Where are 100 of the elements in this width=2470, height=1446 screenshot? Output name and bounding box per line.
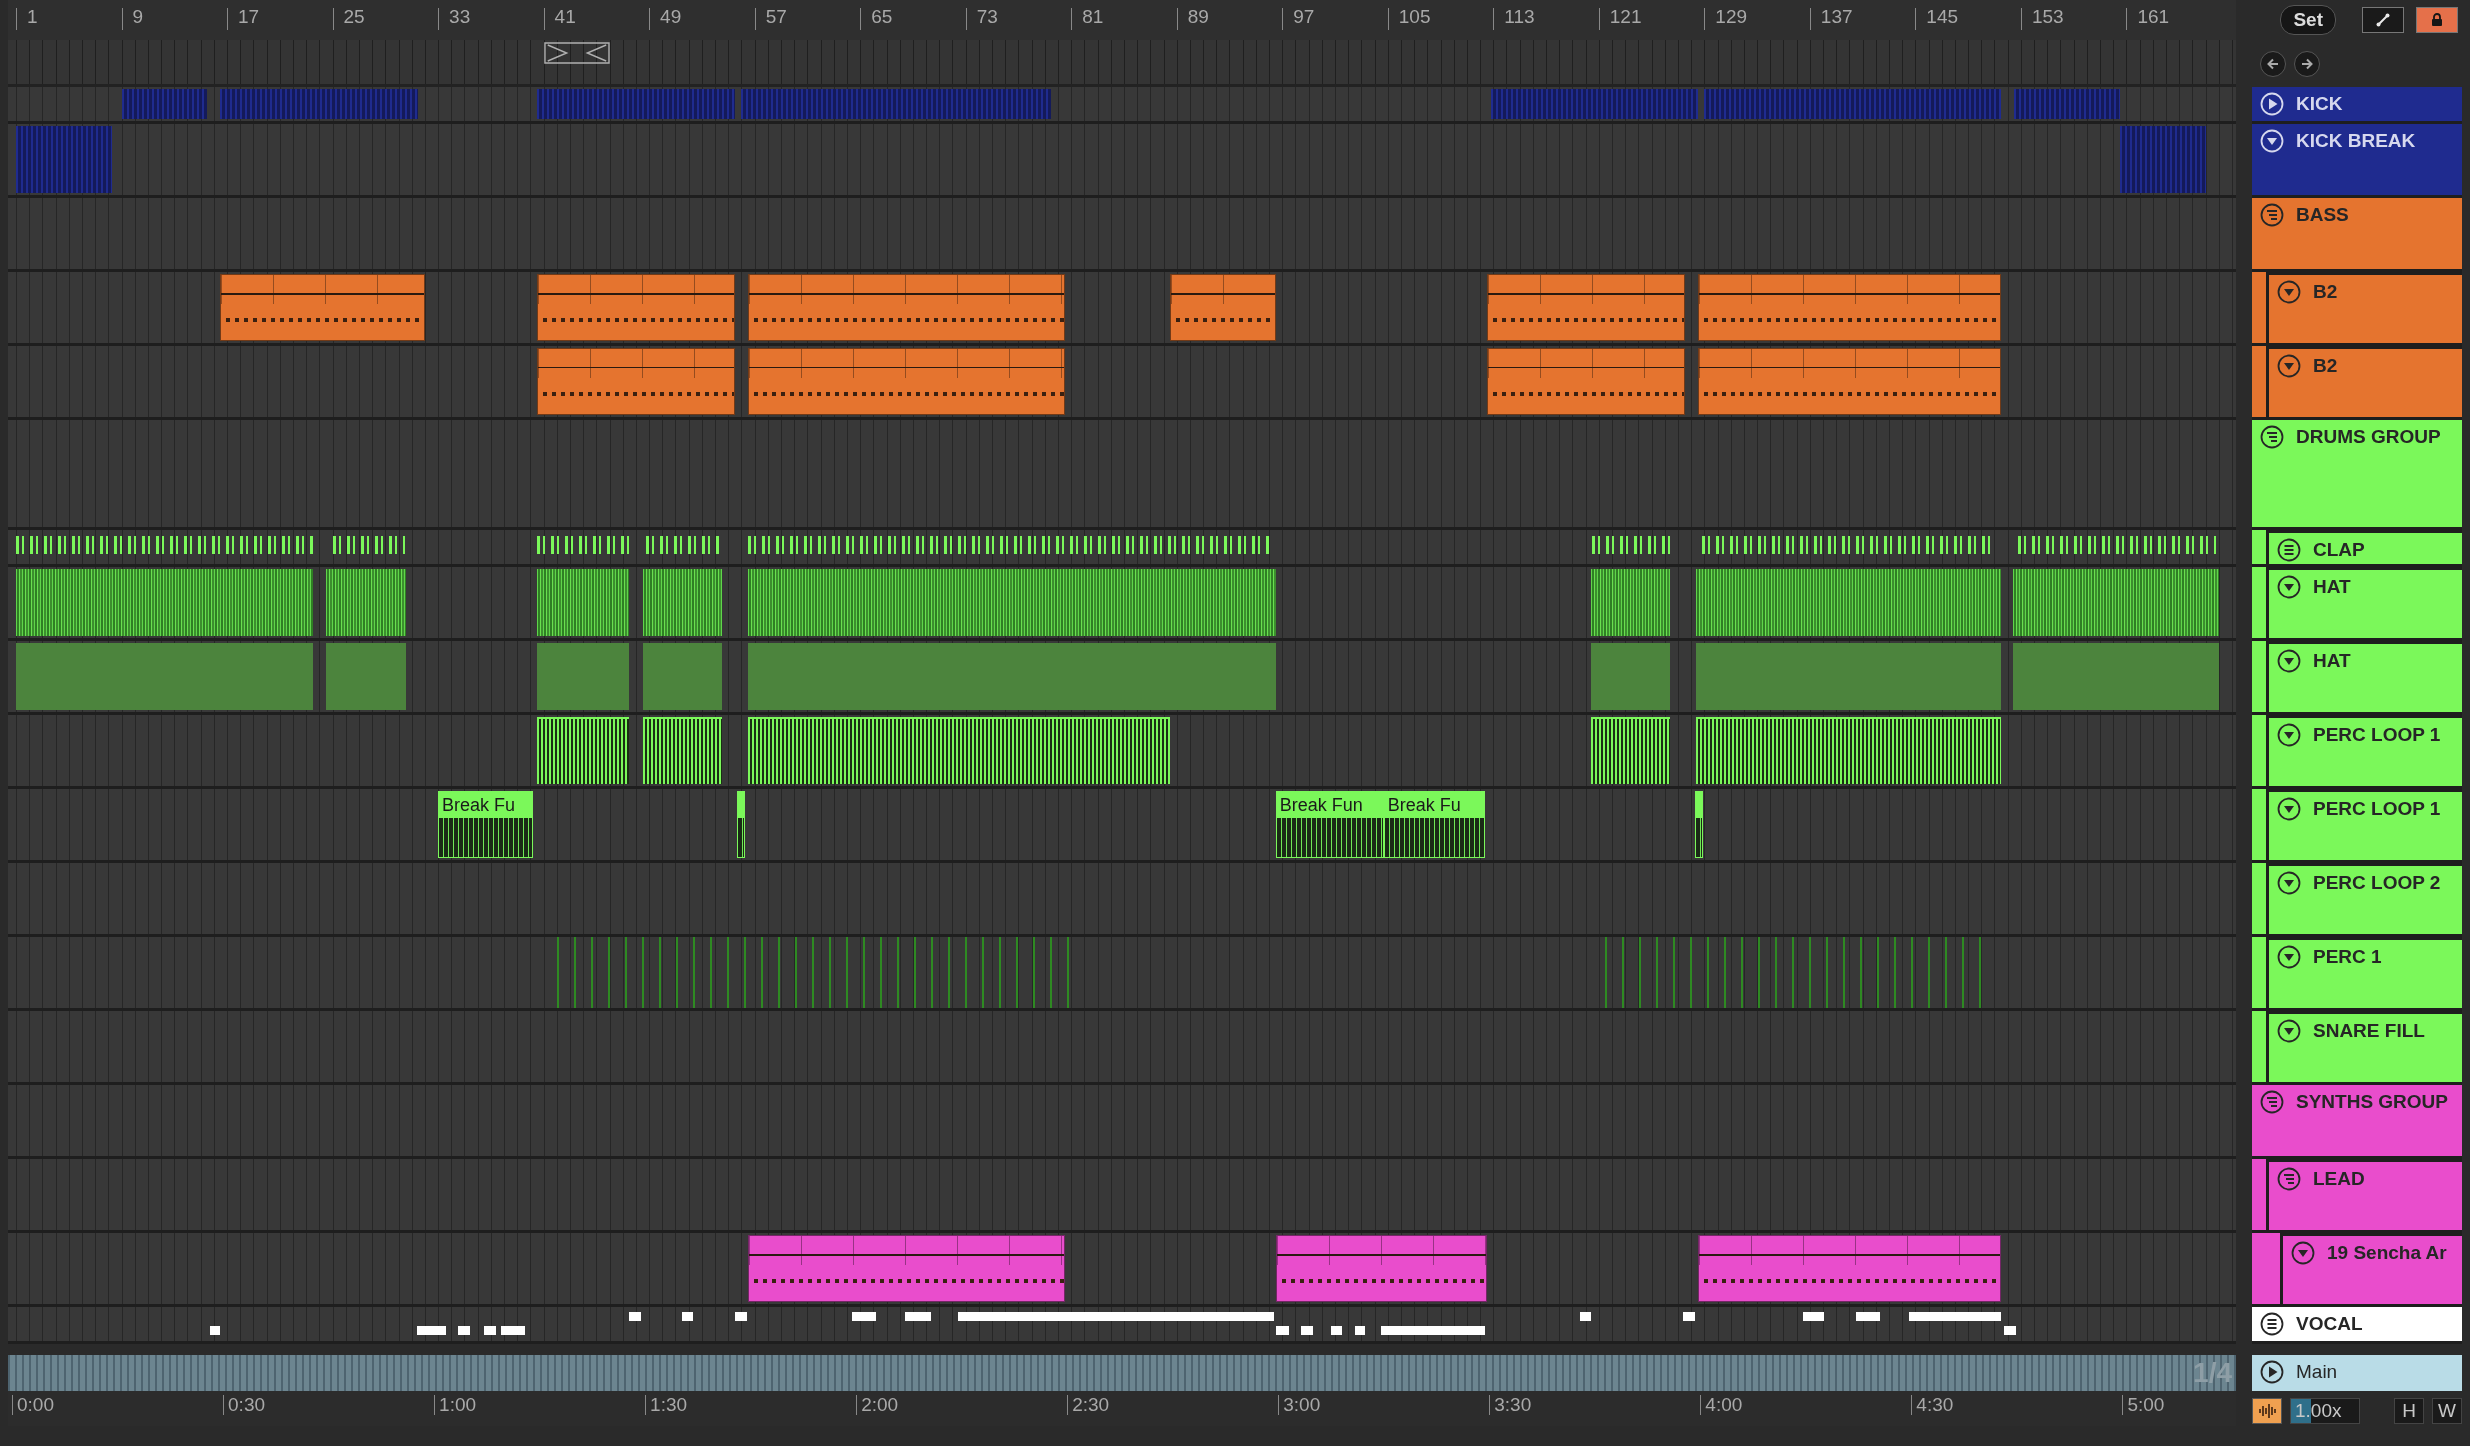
follow-button[interactable]	[2252, 1397, 2282, 1424]
track-header[interactable]: KICK	[2252, 87, 2462, 124]
clip[interactable]	[325, 643, 407, 710]
track-header[interactable]: PERC LOOP 1	[2252, 715, 2462, 789]
clip[interactable]	[1580, 1312, 1591, 1321]
audio-clip[interactable]	[737, 791, 746, 858]
midi-clip[interactable]	[1697, 274, 2002, 341]
midi-clip[interactable]	[748, 1235, 1065, 1302]
track-name: KICK BREAK	[2296, 129, 2416, 153]
clip[interactable]	[2014, 89, 2120, 119]
view-toggle-button[interactable]: W	[2432, 1397, 2462, 1424]
clip[interactable]	[1354, 1326, 1366, 1335]
clip[interactable]	[2012, 643, 2219, 710]
clip[interactable]	[484, 1326, 497, 1335]
set-button[interactable]: Set	[2280, 5, 2336, 35]
lock-button[interactable]	[2416, 7, 2458, 33]
audio-clip[interactable]	[16, 569, 313, 636]
audio-clip[interactable]	[1696, 569, 2002, 636]
clip[interactable]	[16, 126, 113, 193]
track-header[interactable]: CLAP	[2252, 530, 2462, 567]
clip[interactable]	[741, 89, 1052, 119]
clip[interactable]	[682, 1312, 693, 1321]
clip[interactable]	[957, 1312, 1275, 1321]
track-header[interactable]: PERC 1	[2252, 937, 2462, 1011]
clip[interactable]	[1908, 1312, 2002, 1321]
clip[interactable]	[209, 1326, 221, 1335]
clip[interactable]	[1275, 1326, 1289, 1335]
midi-clip[interactable]	[748, 348, 1065, 415]
clip[interactable]	[537, 89, 735, 119]
clip[interactable]	[457, 1326, 470, 1335]
clip[interactable]	[1704, 89, 2002, 119]
clip[interactable]	[734, 1312, 747, 1321]
clip[interactable]	[1696, 643, 2002, 710]
clip[interactable]	[2119, 126, 2206, 193]
midi-clip[interactable]	[1697, 348, 2002, 415]
bar-number: 65	[860, 8, 893, 30]
clip[interactable]	[220, 89, 419, 119]
audio-clip[interactable]	[748, 717, 1171, 784]
clip[interactable]	[1300, 1326, 1313, 1335]
audio-clip[interactable]	[1590, 717, 1670, 784]
track-header[interactable]: Main	[2252, 1355, 2462, 1391]
clip[interactable]	[905, 1312, 932, 1321]
clip[interactable]	[537, 643, 630, 710]
clip[interactable]	[121, 89, 208, 119]
clip[interactable]	[416, 1326, 446, 1335]
audio-clip[interactable]	[537, 569, 630, 636]
clip[interactable]	[852, 1312, 876, 1321]
clip[interactable]	[1803, 1312, 1825, 1321]
clip[interactable]	[1381, 1326, 1486, 1335]
audio-clip[interactable]	[642, 717, 722, 784]
midi-clip[interactable]	[748, 274, 1065, 341]
midi-clip[interactable]	[1170, 274, 1276, 341]
clip[interactable]	[629, 1312, 642, 1321]
audio-clip[interactable]	[1696, 717, 2002, 784]
clip[interactable]	[1490, 89, 1698, 119]
track-header[interactable]: B2	[2252, 346, 2462, 420]
clip[interactable]	[501, 1326, 526, 1335]
clip[interactable]	[642, 643, 722, 710]
forward-button[interactable]	[2294, 50, 2320, 77]
clip[interactable]	[1590, 643, 1670, 710]
audio-clip[interactable]: Break Fu	[1383, 791, 1486, 858]
clip[interactable]	[2003, 1326, 2016, 1335]
track-header[interactable]: LEAD	[2252, 1159, 2462, 1233]
audio-clip[interactable]	[642, 569, 722, 636]
track-header[interactable]: HAT	[2252, 641, 2462, 715]
audio-clip[interactable]: Break Fu	[438, 791, 534, 858]
midi-clip[interactable]	[1697, 1235, 2002, 1302]
back-button[interactable]	[2260, 50, 2286, 77]
view-toggle-button[interactable]: H	[2394, 1397, 2424, 1424]
audio-clip[interactable]: Break Fun	[1275, 791, 1384, 858]
clip[interactable]	[1856, 1312, 1880, 1321]
midi-clip[interactable]	[537, 274, 735, 341]
clip[interactable]	[16, 643, 313, 710]
audio-clip[interactable]	[1590, 569, 1670, 636]
clip[interactable]	[1683, 1312, 1696, 1321]
track-header[interactable]: PERC LOOP 2	[2252, 863, 2462, 937]
audio-clip[interactable]	[325, 569, 407, 636]
audio-clip[interactable]	[2012, 569, 2219, 636]
audio-clip[interactable]	[748, 569, 1276, 636]
track-header[interactable]: DRUMS GROUP	[2252, 420, 2462, 530]
midi-clip[interactable]	[1486, 274, 1685, 341]
midi-clip[interactable]	[1275, 1235, 1487, 1302]
midi-clip[interactable]	[1486, 348, 1685, 415]
track-header[interactable]: BASS	[2252, 198, 2462, 272]
audio-clip[interactable]	[1695, 791, 1703, 858]
audio-clip[interactable]	[537, 717, 630, 784]
draw-mode-button[interactable]	[2362, 7, 2404, 33]
track-header[interactable]: B2	[2252, 272, 2462, 346]
track-header[interactable]: KICK BREAK	[2252, 124, 2462, 198]
clip[interactable]	[1331, 1326, 1342, 1335]
track-header[interactable]: 19 Sencha Ar	[2252, 1233, 2462, 1307]
track-header[interactable]: SNARE FILL	[2252, 1011, 2462, 1085]
track-header[interactable]: SYNTHS GROUP	[2252, 1085, 2462, 1159]
track-header[interactable]: PERC LOOP 1	[2252, 789, 2462, 863]
track-header[interactable]: HAT	[2252, 567, 2462, 641]
track-header[interactable]: VOCAL	[2252, 1307, 2462, 1344]
track-name: DRUMS GROUP	[2296, 425, 2441, 449]
midi-clip[interactable]	[537, 348, 735, 415]
clip[interactable]	[748, 643, 1276, 710]
midi-clip[interactable]	[220, 274, 425, 341]
